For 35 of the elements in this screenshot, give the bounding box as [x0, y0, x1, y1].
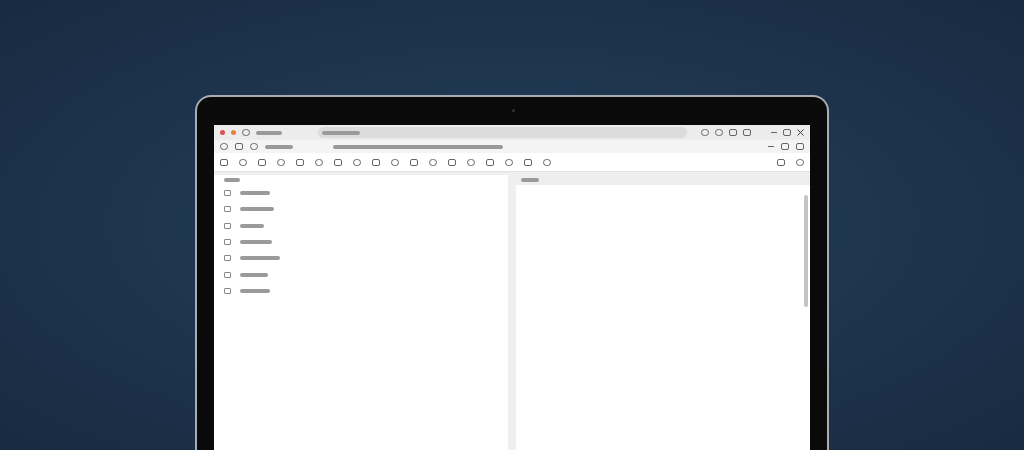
blurred-label [521, 178, 539, 182]
window-icon[interactable] [743, 129, 751, 136]
toolbar-icon[interactable] [448, 158, 456, 166]
toolbar-icon[interactable] [372, 158, 380, 166]
toolbar-icon[interactable] [220, 158, 228, 166]
blurred-label [256, 130, 282, 135]
toolbar-icon[interactable] [410, 158, 418, 166]
checkbox[interactable] [224, 287, 231, 294]
checkbox[interactable] [224, 206, 231, 213]
close-icon[interactable] [797, 129, 804, 136]
toolbar-icon[interactable] [524, 158, 532, 166]
address-field[interactable] [318, 127, 687, 138]
toolbar-icon[interactable] [296, 158, 304, 166]
blurred-label [240, 223, 264, 228]
checkbox[interactable] [224, 190, 231, 197]
blurred-label [240, 240, 272, 245]
toolbar-icon[interactable] [334, 158, 342, 166]
blurred-label [240, 207, 274, 212]
blurred-label [224, 178, 240, 182]
blurred-label [265, 144, 293, 149]
camera-icon [512, 109, 515, 112]
checkbox[interactable] [224, 271, 231, 278]
blurred-label [240, 256, 280, 261]
toolbar-icon[interactable] [258, 158, 266, 166]
maximize-icon[interactable] [783, 129, 791, 136]
blurred-label [240, 191, 270, 196]
checkbox[interactable] [224, 239, 231, 246]
blurred-label [240, 272, 268, 277]
checkbox[interactable] [224, 255, 231, 262]
blurred-label [322, 130, 360, 135]
blurred-label [240, 288, 270, 293]
scrollbar[interactable] [804, 195, 808, 307]
checkbox[interactable] [224, 222, 231, 229]
toolbar-icon[interactable] [486, 158, 494, 166]
window-icon[interactable] [796, 143, 804, 150]
